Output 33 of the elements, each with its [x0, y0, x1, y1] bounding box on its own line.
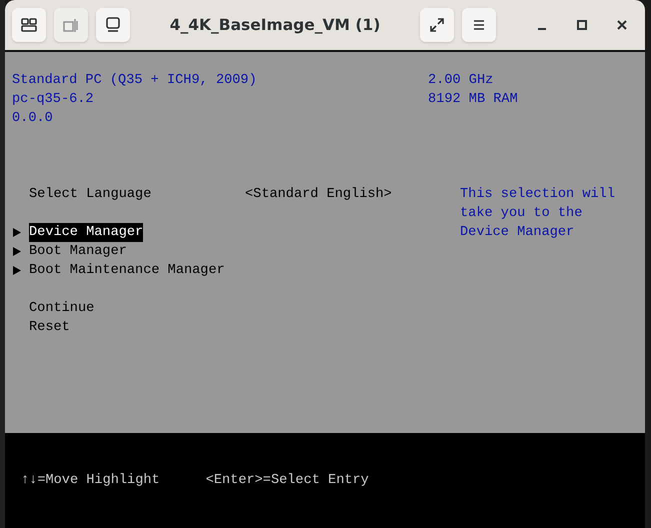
option-value[interactable]: <Standard English>: [245, 185, 392, 204]
submenu-arrow-icon: [13, 266, 21, 275]
menu-item[interactable]: Reset: [29, 318, 70, 337]
display-button[interactable]: [12, 8, 46, 42]
close-icon: [617, 20, 627, 30]
menu-button[interactable]: [462, 8, 496, 42]
menu-item[interactable]: Device Manager: [29, 223, 144, 242]
system-info-text: 8192 MB RAM: [428, 91, 519, 109]
menu-item[interactable]: Boot Maintenance Manager: [29, 261, 225, 280]
key-hint: <Enter>=Select Entry: [206, 472, 369, 490]
menu-item[interactable]: Boot Manager: [29, 242, 127, 261]
fullscreen-button[interactable]: [420, 8, 454, 42]
monitor-icon: [104, 16, 122, 34]
menu-icon: [471, 17, 487, 33]
help-text: This selection will: [460, 186, 616, 204]
key-hint: ↑↓=Move Highlight: [21, 472, 160, 490]
maximize-icon: [577, 20, 587, 30]
system-info-text: 0.0.0: [12, 110, 54, 128]
help-text: take you to the: [460, 205, 584, 223]
menu-item[interactable]: Continue: [29, 299, 94, 318]
window-title: 4_4K_BaseImage_VM (1): [168, 16, 382, 34]
minimize-icon: [538, 28, 546, 30]
tiles-icon: [20, 16, 38, 34]
system-info-text: 2.00 GHz: [428, 72, 494, 90]
device-icon: [62, 16, 80, 34]
submenu-arrow-icon: [13, 247, 21, 256]
submenu-arrow-icon: [13, 228, 21, 237]
system-info-text: pc-q35-6.2: [12, 91, 95, 109]
console-button[interactable]: [96, 8, 130, 42]
system-info-text: Standard PC (Q35 + ICH9, 2009): [12, 72, 258, 90]
menu-item[interactable]: Select Language: [29, 185, 245, 204]
expand-icon: [429, 17, 445, 33]
help-text: Device Manager: [460, 224, 576, 242]
